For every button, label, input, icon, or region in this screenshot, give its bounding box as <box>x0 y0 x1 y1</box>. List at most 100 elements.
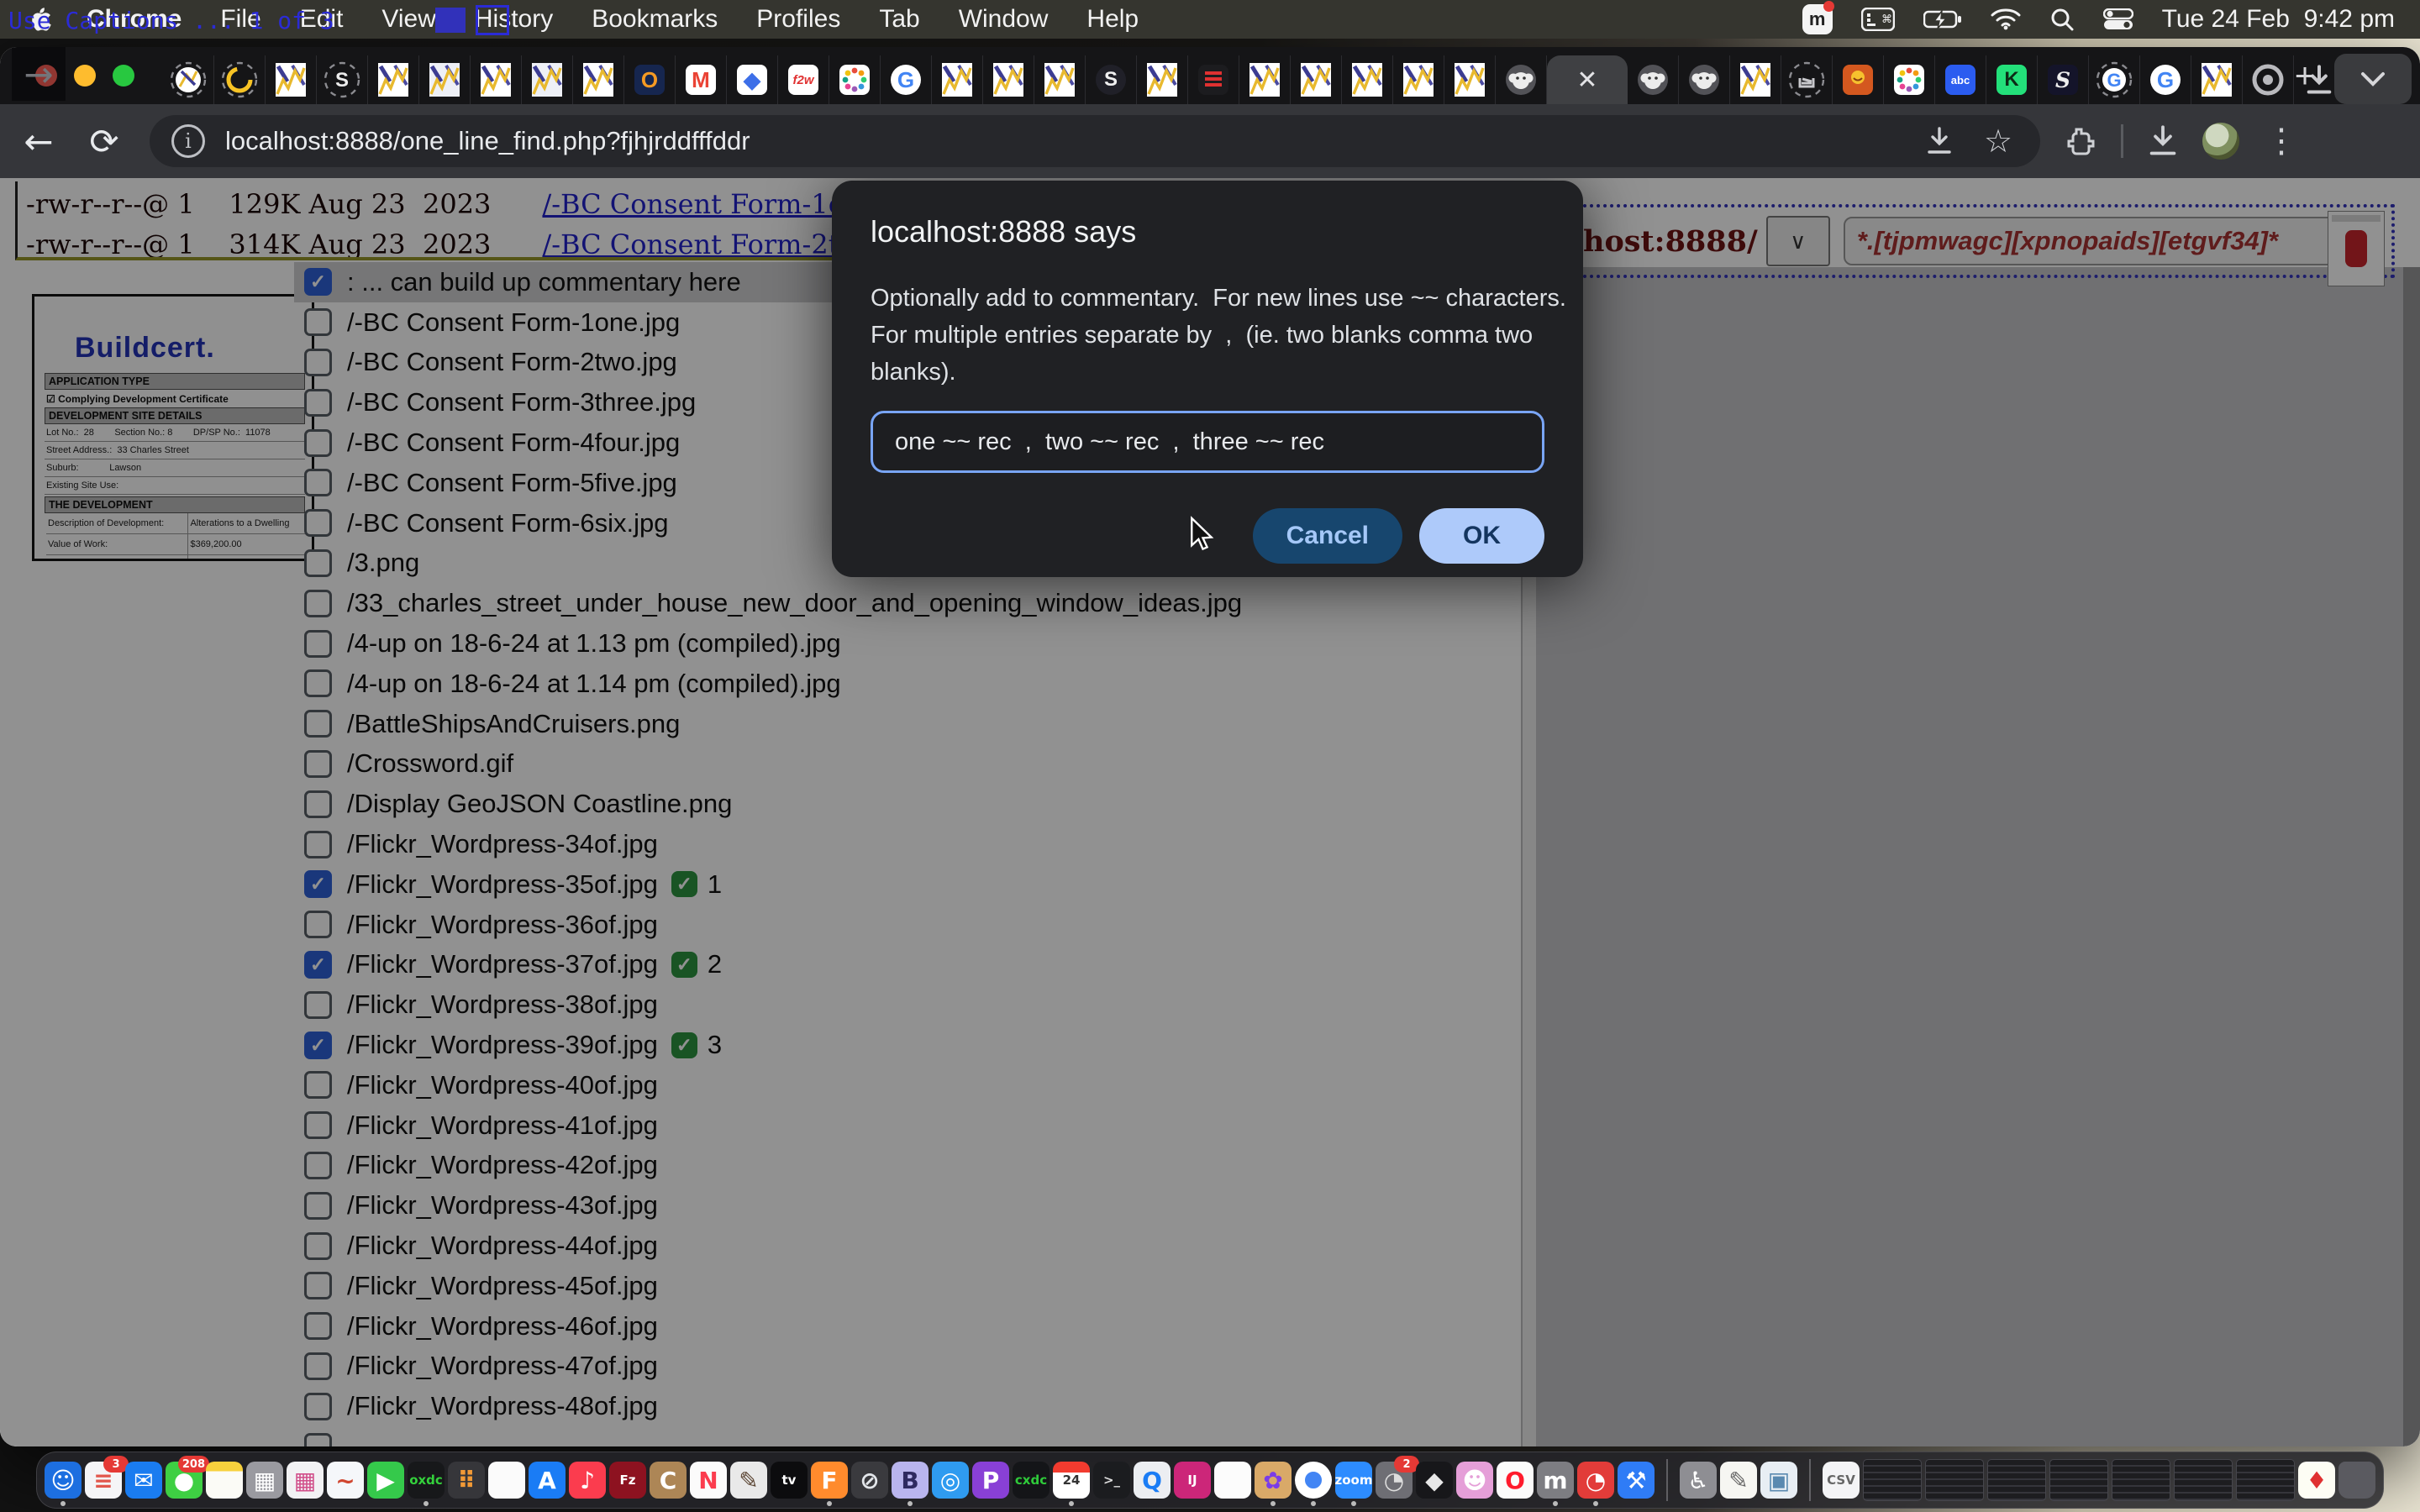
tab-chart-favicon[interactable] <box>368 55 419 104</box>
menu-item-profiles[interactable]: Profiles <box>737 0 860 39</box>
tab-dots-favicon[interactable] <box>1884 55 1935 104</box>
menu-item-chrome[interactable]: Chrome <box>67 0 201 39</box>
back-button[interactable]: ← <box>12 114 66 168</box>
menu-item-file[interactable]: File <box>201 0 280 39</box>
tab-google-favicon[interactable]: G <box>2140 55 2191 104</box>
dock-item-accessibility[interactable]: ♿ <box>1680 1462 1717 1499</box>
tab-google-favicon[interactable]: G <box>881 55 932 104</box>
tab-chart-favicon[interactable] <box>266 55 317 104</box>
tab-search-chevron-button[interactable] <box>2334 54 2412 104</box>
zoom-window-button[interactable] <box>113 65 134 87</box>
tab-f2w-favicon[interactable]: f2w <box>778 55 829 104</box>
dock-item-firefox[interactable]: F <box>811 1462 848 1499</box>
minimize-window-button[interactable] <box>74 65 96 87</box>
menu-item-history[interactable]: History <box>455 0 572 39</box>
address-download-icon[interactable] <box>1914 115 1965 167</box>
tab-chart-favicon[interactable] <box>573 55 624 104</box>
tab-chart-favicon[interactable] <box>1034 55 1086 104</box>
menu-item-bookmarks[interactable]: Bookmarks <box>572 0 737 39</box>
dock-item-paint-palette[interactable]: ✿ <box>1255 1462 1292 1499</box>
dock-item-safari[interactable]: ◎ <box>932 1462 969 1499</box>
tab-chart-favicon[interactable] <box>1730 55 1781 104</box>
battery-icon[interactable] <box>1923 9 1962 29</box>
dock-item-system-dial[interactable]: ◔2 <box>1376 1462 1413 1499</box>
dock-item-chrome[interactable] <box>1295 1462 1332 1499</box>
dock-item-gimp[interactable]: ✎ <box>730 1462 767 1499</box>
dock-item-code-editor[interactable]: cxdc <box>1013 1462 1050 1499</box>
tab-chart-favicon[interactable] <box>932 55 983 104</box>
tab-book-favicon[interactable] <box>1833 55 1884 104</box>
dock-item-textedit[interactable] <box>1214 1462 1251 1499</box>
tab-chart-favicon[interactable] <box>983 55 1034 104</box>
address-bar[interactable]: i localhost:8888/one_line_find.php?fjhjr… <box>150 115 2040 167</box>
tab-chart-favicon[interactable] <box>1444 55 1496 104</box>
dock-item-mail[interactable]: ✉ <box>125 1462 162 1499</box>
dock-item-opera[interactable]: O <box>1497 1462 1534 1499</box>
minimized-window-thumbnail[interactable] <box>2112 1459 2170 1501</box>
dock-item-photo-widget[interactable]: ▣ <box>1760 1462 1797 1499</box>
apple-menu-icon[interactable] <box>30 4 55 34</box>
dock-item-calendar[interactable]: 24 <box>1053 1462 1090 1499</box>
dock-item-notes[interactable] <box>206 1462 243 1499</box>
dock-item-reminders[interactable]: ≡3 <box>85 1462 122 1499</box>
tab-kogan-favicon[interactable]: K <box>1986 55 2038 104</box>
extensions-icon[interactable] <box>2062 124 2096 158</box>
dock-item-apple-tv[interactable]: tv <box>771 1462 808 1499</box>
dock-item-grapher[interactable]: ~ <box>327 1462 364 1499</box>
wifi-icon[interactable] <box>1991 8 2021 30</box>
dock-item-app-store[interactable]: A <box>529 1462 566 1499</box>
control-center-icon[interactable] <box>2103 8 2133 30</box>
minimized-window-thumbnail[interactable] <box>1925 1459 1984 1501</box>
dock-item-finder[interactable]: ☺ <box>45 1462 82 1499</box>
dock-item-messages[interactable]: ●208 <box>166 1462 203 1499</box>
tab-chart-favicon[interactable] <box>471 55 522 104</box>
dock-item-terminal[interactable]: oxdc <box>408 1462 445 1499</box>
dock-item-intellij[interactable]: IJ <box>1174 1462 1211 1499</box>
dialog-text-input[interactable]: one ~~ rec , two ~~ rec , three ~~ rec <box>871 411 1544 473</box>
tab-dots-favicon[interactable] <box>829 55 881 104</box>
tab-chart-favicon[interactable] <box>1137 55 1188 104</box>
dock-item-xcode[interactable]: ⚒ <box>1618 1462 1655 1499</box>
url-text[interactable]: localhost:8888/one_line_find.php?fjhjrdd… <box>225 126 750 156</box>
downloads-icon[interactable] <box>2149 125 2177 157</box>
spotlight-search-icon[interactable] <box>2049 7 2075 32</box>
dock-item-trash[interactable] <box>2338 1462 2375 1499</box>
tab-chart2-favicon[interactable] <box>522 55 573 104</box>
menubar-clock[interactable]: Tue 24 Feb 9:42 pm <box>2162 5 2395 34</box>
tab-chart-favicon[interactable] <box>2191 55 2243 104</box>
menu-item-edit[interactable]: Edit <box>281 0 363 39</box>
tab-orange-o-favicon[interactable]: O <box>624 55 676 104</box>
new-tab-button[interactable]: + <box>2275 47 2334 104</box>
dock-item-terminal-2[interactable]: >_ <box>1093 1462 1130 1499</box>
tab-chart-favicon[interactable] <box>1342 55 1393 104</box>
tab-chart-favicon[interactable] <box>1239 55 1291 104</box>
menu-item-view[interactable]: View <box>362 0 455 39</box>
minimized-window-thumbnail[interactable] <box>2236 1459 2295 1501</box>
dock-item-app-grid[interactable]: ▦ <box>287 1462 324 1499</box>
dock-item-card-4-diamonds[interactable]: ♦ <box>2298 1462 2335 1499</box>
tab-gmail-favicon[interactable]: M <box>676 55 727 104</box>
tab-red-stripes-favicon[interactable] <box>1188 55 1239 104</box>
menu-item-window[interactable]: Window <box>939 0 1068 39</box>
bookmark-star-icon[interactable]: ☆ <box>1973 115 2023 167</box>
ok-button[interactable]: OK <box>1419 508 1544 564</box>
dock-item-news[interactable]: N <box>690 1462 727 1499</box>
tab-google-ring-favicon[interactable]: G <box>2089 55 2140 104</box>
minimized-window-thumbnail[interactable] <box>1987 1459 2046 1501</box>
dock-item-quicktime[interactable]: Q <box>1134 1462 1171 1499</box>
tab-monkey-favicon[interactable] <box>1679 55 1730 104</box>
dock-item-bbedit[interactable]: B <box>892 1462 929 1499</box>
dock-item-music[interactable]: ♪ <box>569 1462 606 1499</box>
cancel-button[interactable]: Cancel <box>1253 508 1402 564</box>
tab-gem-favicon[interactable]: ◆ <box>727 55 778 104</box>
site-info-icon[interactable]: i <box>171 124 205 158</box>
dock-item-no-entry[interactable]: ⊘ <box>851 1462 888 1499</box>
dock-item-mamp[interactable]: m <box>1537 1462 1574 1499</box>
tab-so-ring-favicon[interactable] <box>1781 55 1833 104</box>
tab-spinner-favicon[interactable] <box>214 55 266 104</box>
tab-s-globe-favicon[interactable]: S <box>1086 55 1137 104</box>
tab-abc-favicon[interactable]: abc <box>1935 55 1986 104</box>
dock-item-filezilla[interactable]: Fz <box>609 1462 646 1499</box>
minimized-window-thumbnail[interactable] <box>2174 1459 2233 1501</box>
dock-item-csv-file[interactable]: CSV <box>1823 1462 1860 1499</box>
